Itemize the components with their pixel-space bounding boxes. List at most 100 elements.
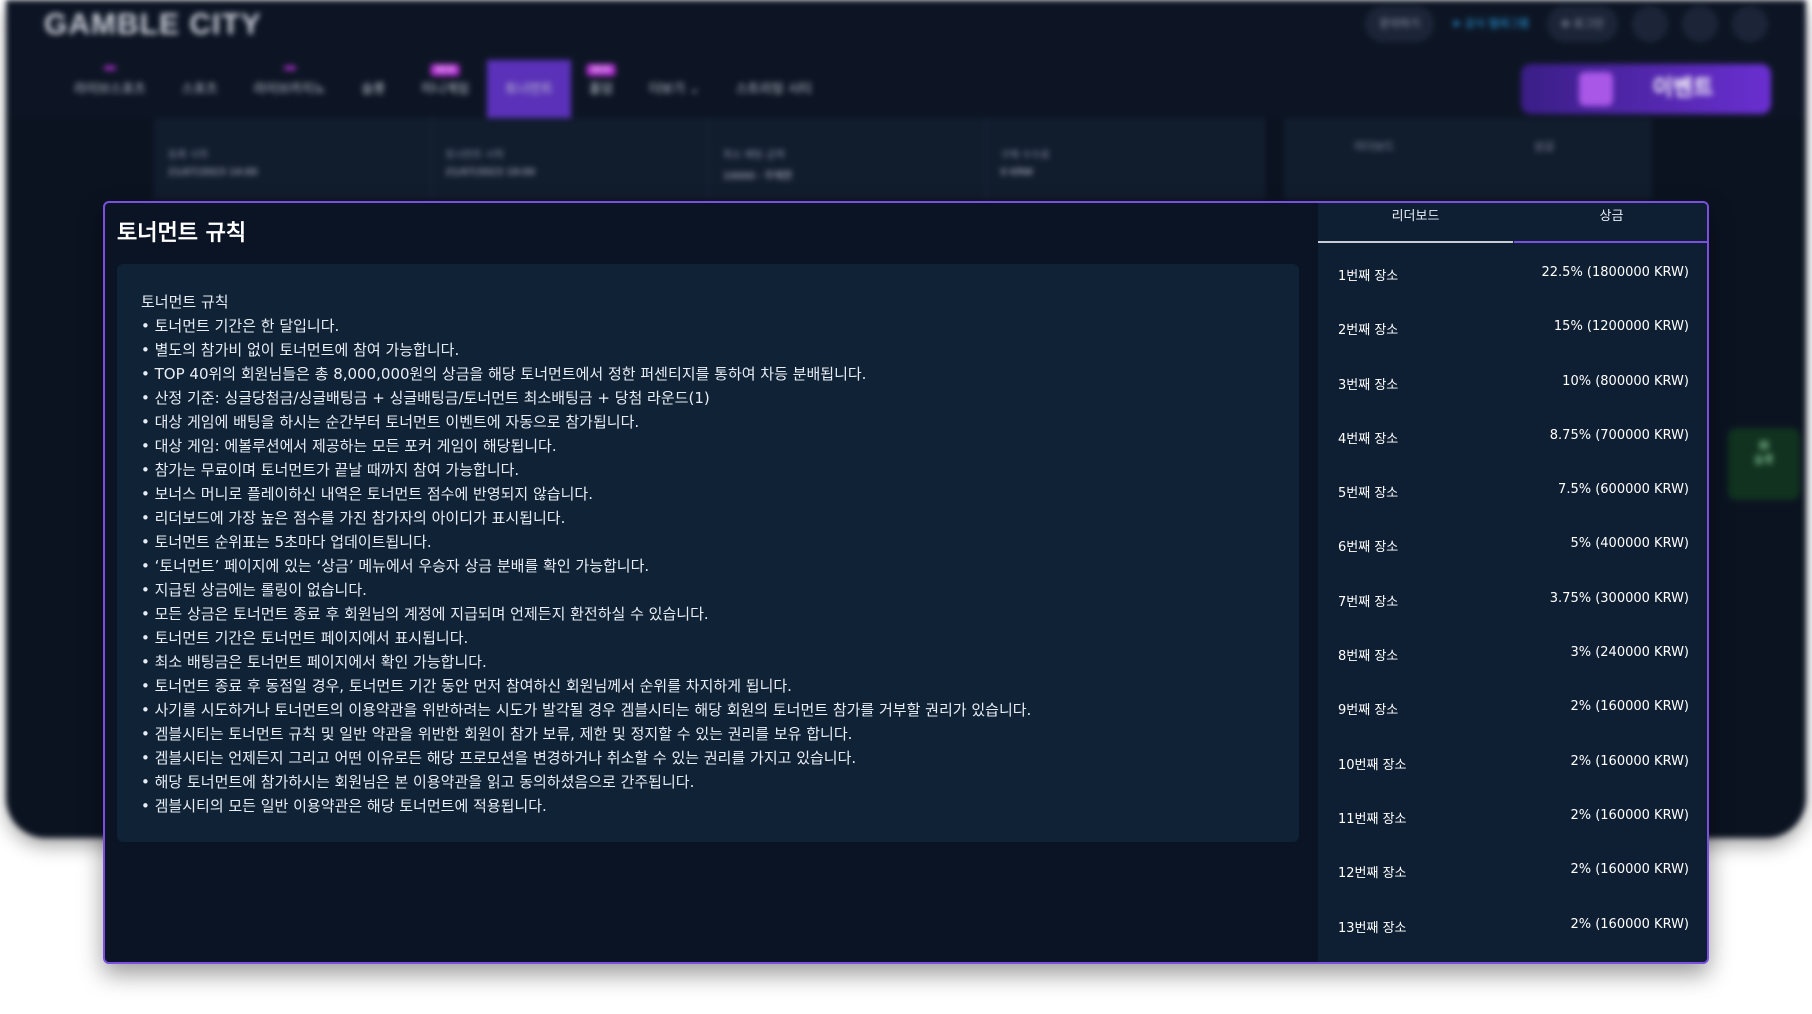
prize-place: 5번째 장소 <box>1338 486 1399 502</box>
user-icon[interactable] <box>1632 6 1668 42</box>
rule-item: • 리더보드에 가장 높은 점수를 가진 참가자의 아이디가 표시됩니다. <box>141 509 566 527</box>
nav-item-more[interactable]: 더보기 ⌄ <box>631 60 718 118</box>
tab-prize-bg[interactable]: 상금 <box>1534 138 1554 154</box>
site-header: GAMBLE CITY 라이브스포츠 스포츠 라이브카지노 슬롯 NEW 미니게임… <box>6 0 1806 118</box>
prize-row: 8번째 장소 3% (240000 KRW) <box>1318 621 1707 675</box>
rules-heading: 토너먼트 규칙 <box>141 293 229 311</box>
prize-row: 10번째 장소 2% (160000 KRW) <box>1318 730 1707 784</box>
prize-place: 6번째 장소 <box>1338 540 1399 556</box>
prize-amount: 5% (400000 KRW) <box>1570 536 1689 552</box>
info-cell: 구매 수수료 0 KRW <box>987 118 1264 200</box>
rule-item: • 별도의 참가비 없이 토너먼트에 참여 가능합니다. <box>141 341 460 359</box>
modal-title: 토너먼트 규칙 <box>117 221 247 246</box>
prize-amount: 3% (240000 KRW) <box>1570 645 1689 661</box>
background-tabs: 리더보드 상금 <box>1284 118 1652 200</box>
prize-row: 1번째 장소 22.5% (1800000 KRW) <box>1318 241 1707 295</box>
rule-item: • 대상 게임: 에볼루션에서 제공하는 모든 포커 게임이 해당됩니다. <box>141 437 557 455</box>
prize-panel: 리더보드 상금 1번째 장소 22.5% (1800000 KRW) 2번째 장소 1… <box>1318 203 1707 962</box>
prize-place: 9번째 장소 <box>1338 703 1399 719</box>
prize-place: 8번째 장소 <box>1338 649 1399 665</box>
prize-amount: 10% (800000 KRW) <box>1562 373 1689 389</box>
prize-tabs: 리더보드 상금 <box>1318 203 1707 243</box>
nav-item-holdem[interactable]: NEW 홀덤 <box>571 60 631 118</box>
gift-icon <box>1578 72 1613 106</box>
rule-item: • 사기를 시도하거나 토너먼트의 이용약관을 위반하려는 시도가 발각될 경우… <box>141 701 1032 719</box>
rule-item: • 최소 배팅금은 토너먼트 페이지에서 확인 가능합니다. <box>141 653 487 671</box>
nav-item-sports[interactable]: 스포츠 <box>164 60 236 118</box>
prize-place: 11번째 장소 <box>1338 811 1407 827</box>
settings-icon[interactable] <box>1682 6 1718 42</box>
login-button[interactable]: ⊕ 로그인 <box>1546 6 1618 42</box>
side-slot-widget[interactable]: ▤ 슬롯 <box>1728 428 1800 500</box>
prize-amount: 2% (160000 KRW) <box>1570 699 1689 715</box>
prize-row: 11번째 장소 2% (160000 KRW) <box>1318 784 1707 838</box>
rule-item: • 겜블시티는 토너먼트 규칙 및 일반 약관을 위반한 회원이 참가 보류, … <box>141 725 853 743</box>
rule-item: • 보너스 머니로 플레이하신 내역은 토너먼트 점수에 반영되지 않습니다. <box>141 485 593 503</box>
rule-item: • 대상 게임에 배팅을 하시는 순간부터 토너먼트 이벤트에 자동으로 참가됩… <box>141 413 640 431</box>
prize-amount: 8.75% (700000 KRW) <box>1549 427 1689 443</box>
nav-item-live-sports[interactable]: 라이브스포츠 <box>56 60 164 118</box>
prize-place: 12번째 장소 <box>1338 866 1407 882</box>
new-badge: NEW <box>430 64 460 76</box>
slot-icon: ▤ <box>1758 438 1770 451</box>
header-actions: 문의하기 ➤ 공식 텔레그램 ⊕ 로그인 <box>1365 6 1768 42</box>
prize-row: 7번째 장소 3.75% (300000 KRW) <box>1318 567 1707 621</box>
rule-item: • 토너먼트 순위표는 5초마다 업데이트됩니다. <box>141 533 432 551</box>
prize-row: 13번째 장소 2% (160000 KRW) <box>1318 893 1707 947</box>
rules-list: • 토너먼트 기간은 한 달입니다. • 별도의 참가비 없이 토너먼트에 참여 … <box>141 314 1275 818</box>
event-button[interactable]: 이벤트 <box>1521 64 1771 114</box>
rule-item: • 참가는 무료이며 토너먼트가 끝날 때까지 참여 가능합니다. <box>141 461 520 479</box>
prize-row: 2번째 장소 15% (1200000 KRW) <box>1318 295 1707 349</box>
rule-item: • 토너먼트 종료 후 동점일 경우, 토너먼트 기간 동안 먼저 참여하신 회… <box>141 677 792 695</box>
rules-panel: 토너먼트 규칙 • 토너먼트 기간은 한 달입니다. • 별도의 참가비 없이 토… <box>117 264 1299 842</box>
prize-amount: 2% (160000 KRW) <box>1570 916 1689 932</box>
new-badge: NEW <box>586 64 616 76</box>
nav-item-slots[interactable]: 슬롯 <box>343 60 403 118</box>
chat-button[interactable]: 문의하기 <box>1365 6 1434 42</box>
chevron-down-icon: ⌄ <box>688 82 700 97</box>
info-cell: 등록 시작 21/07/2023 14:00 <box>154 118 432 200</box>
prize-amount: 2% (160000 KRW) <box>1570 807 1689 823</box>
prize-place: 3번째 장소 <box>1338 377 1399 393</box>
prize-row: 3번째 장소 10% (800000 KRW) <box>1318 350 1707 404</box>
rule-item: • 해당 토너먼트에 참가하시는 회원님은 본 이용약관을 읽고 동의하셨음으로… <box>141 773 695 791</box>
prize-row: 12번째 장소 2% (160000 KRW) <box>1318 838 1707 892</box>
nav-item-minigame[interactable]: NEW 미니게임 <box>403 60 487 118</box>
rule-item: • 겜블시티는 언제든지 그리고 어떤 이유로든 해당 프로모션을 변경하거나 … <box>141 749 857 767</box>
tab-leaderboard[interactable]: 리더보드 <box>1318 203 1513 243</box>
tab-prize[interactable]: 상금 <box>1514 203 1707 243</box>
prize-amount: 22.5% (1800000 KRW) <box>1541 265 1690 280</box>
rule-item: • 겜블시티의 모든 일반 이용약관은 해당 토너먼트에 적용됩니다. <box>141 797 547 815</box>
main-nav: 라이브스포츠 스포츠 라이브카지노 슬롯 NEW 미니게임 토너먼트 NEW 홀덤 … <box>56 60 830 118</box>
rule-item: • 지급된 상금에는 롤링이 없습니다. <box>141 581 367 599</box>
info-cell: 최소 배팅 금액 10000 - 무제한 <box>709 118 987 200</box>
plus-icon: ⊕ <box>1560 17 1571 30</box>
prize-place: 7번째 장소 <box>1338 594 1399 610</box>
prize-amount: 3.75% (300000 KRW) <box>1549 590 1689 606</box>
tab-leaderboard-bg[interactable]: 리더보드 <box>1354 138 1394 154</box>
prize-row: 5번째 장소 7.5% (600000 KRW) <box>1318 458 1707 512</box>
rule-item: • 모든 상금은 토너먼트 종료 후 회원님의 계정에 지급되며 언제든지 환전… <box>141 605 709 623</box>
prize-amount: 15% (1200000 KRW) <box>1553 319 1689 335</box>
telegram-button[interactable]: ➤ 공식 텔레그램 <box>1448 6 1533 42</box>
rule-item: • ‘토너먼트’ 페이지에 있는 ‘상금’ 메뉴에서 우승자 상금 분배를 확인… <box>141 557 650 575</box>
site-logo[interactable]: GAMBLE CITY <box>44 8 262 42</box>
rule-item: • 토너먼트 기간은 토너먼트 페이지에서 표시됩니다. <box>141 629 469 647</box>
prize-place: 4번째 장소 <box>1338 431 1399 447</box>
prize-amount: 2% (160000 KRW) <box>1570 753 1689 769</box>
info-cell: 토너먼트 시작 21/07/2023 19:00 <box>432 118 709 200</box>
prize-amount: 7.5% (600000 KRW) <box>1558 482 1689 498</box>
prize-place: 13번째 장소 <box>1338 920 1407 936</box>
language-flag-icon[interactable] <box>1732 6 1768 42</box>
prize-place: 2번째 장소 <box>1338 323 1399 339</box>
rule-item: • 토너먼트 기간은 한 달입니다. <box>141 317 340 335</box>
prize-place: 1번째 장소 <box>1338 269 1399 284</box>
nav-item-streaming-city[interactable]: 스트리밍 시티 <box>718 60 830 118</box>
nav-item-live-casino[interactable]: 라이브카지노 <box>236 60 344 118</box>
prize-row: 9번째 장소 2% (160000 KRW) <box>1318 675 1707 729</box>
nav-item-tournament[interactable]: 토너먼트 <box>487 60 572 118</box>
rule-item: • 산정 기준: 싱글당첨금/싱글배팅금 + 싱글배팅금/토너먼트 최소배팅금 … <box>141 389 710 407</box>
prize-row: 4번째 장소 8.75% (700000 KRW) <box>1318 404 1707 458</box>
tournament-info-bar: 등록 시작 21/07/2023 14:00 토너먼트 시작 21/07/2023 … <box>154 118 1264 200</box>
prize-row: 6번째 장소 5% (400000 KRW) <box>1318 512 1707 566</box>
